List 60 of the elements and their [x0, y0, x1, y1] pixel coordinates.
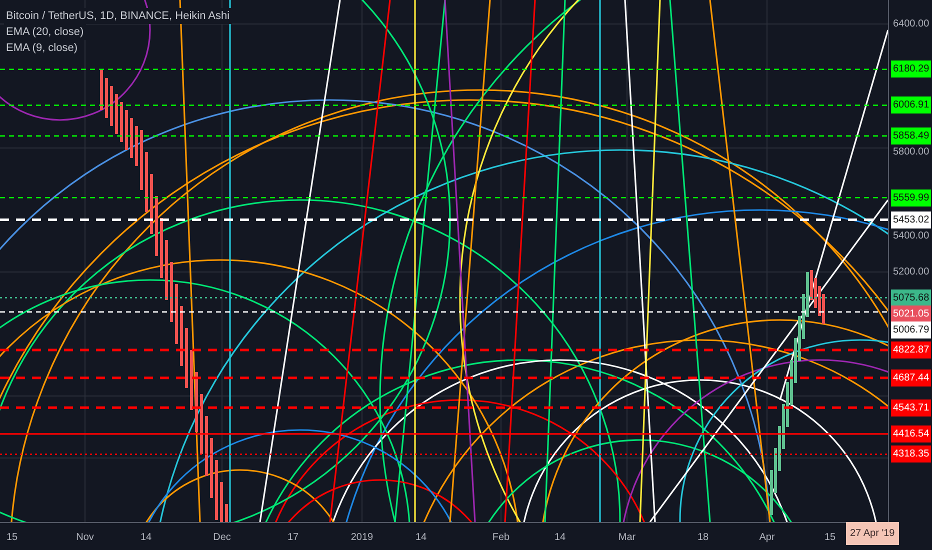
- candle: [200, 394, 203, 454]
- price-badge: 4822.87: [891, 341, 932, 358]
- price-badge: 5075.68: [891, 289, 932, 306]
- legend-text: EMA (9, close): [4, 40, 80, 56]
- time-label: 2019: [350, 531, 374, 545]
- price-badge: 5453.02: [891, 211, 932, 228]
- time-label: Apr: [759, 531, 775, 545]
- price-label: 6400.00: [892, 18, 930, 32]
- price-badge: 4543.71: [891, 399, 932, 416]
- time-label: 14: [415, 531, 427, 545]
- candle: [215, 460, 218, 520]
- price-badge: 5858.49: [891, 127, 932, 144]
- time-label: 15: [6, 531, 18, 545]
- candle: [210, 438, 213, 498]
- price-badge: 6180.29: [891, 60, 932, 78]
- candle: [145, 152, 148, 212]
- candle: [225, 504, 228, 522]
- candle: [205, 416, 208, 476]
- legend-text: EMA (20, close): [4, 24, 86, 40]
- candle: [165, 240, 168, 300]
- candle: [175, 284, 178, 344]
- time-label: Dec: [213, 531, 231, 545]
- price-badge: 4687.44: [891, 369, 932, 386]
- candle: [195, 372, 198, 432]
- price-label: 5200.00: [892, 266, 930, 280]
- candle: [190, 350, 193, 410]
- price-label: 5800.00: [892, 145, 930, 160]
- price-badge: 4416.54: [891, 425, 932, 442]
- candle: [180, 306, 183, 366]
- candle: [135, 126, 138, 166]
- candle: [185, 328, 188, 388]
- time-label: 18: [697, 531, 709, 545]
- time-label: 17: [287, 531, 299, 545]
- time-label: 14: [140, 531, 152, 545]
- candle: [160, 218, 163, 278]
- candle: [120, 102, 123, 142]
- candle: [140, 130, 143, 190]
- candle: [125, 110, 128, 150]
- price-label: 5400.00: [892, 229, 930, 244]
- candle: [105, 78, 108, 118]
- time-label: 14: [554, 531, 566, 545]
- price-badge: 6006.91: [891, 96, 932, 114]
- time-label: Feb: [492, 531, 510, 545]
- candle: [155, 196, 158, 256]
- candle: [220, 482, 223, 522]
- candle: [170, 262, 173, 322]
- price-badge: 5021.05: [891, 305, 932, 322]
- legend-text: Bitcoin / TetherUS, 1D, BINANCE, Heikin Ashi: [4, 8, 232, 24]
- time-label: 15: [824, 531, 836, 545]
- price-badge: 4318.35: [891, 446, 932, 463]
- time-label: Nov: [76, 531, 94, 545]
- time-label: Mar: [618, 531, 636, 545]
- candle: [100, 70, 103, 110]
- price-badge: 5006.79: [891, 321, 932, 338]
- candle: [130, 118, 133, 158]
- crosshair-date-label: 27 Apr '19: [846, 522, 899, 545]
- candle: [150, 174, 153, 234]
- candle: [115, 94, 118, 134]
- price-badge: 5559.99: [891, 189, 932, 206]
- candle: [110, 86, 113, 126]
